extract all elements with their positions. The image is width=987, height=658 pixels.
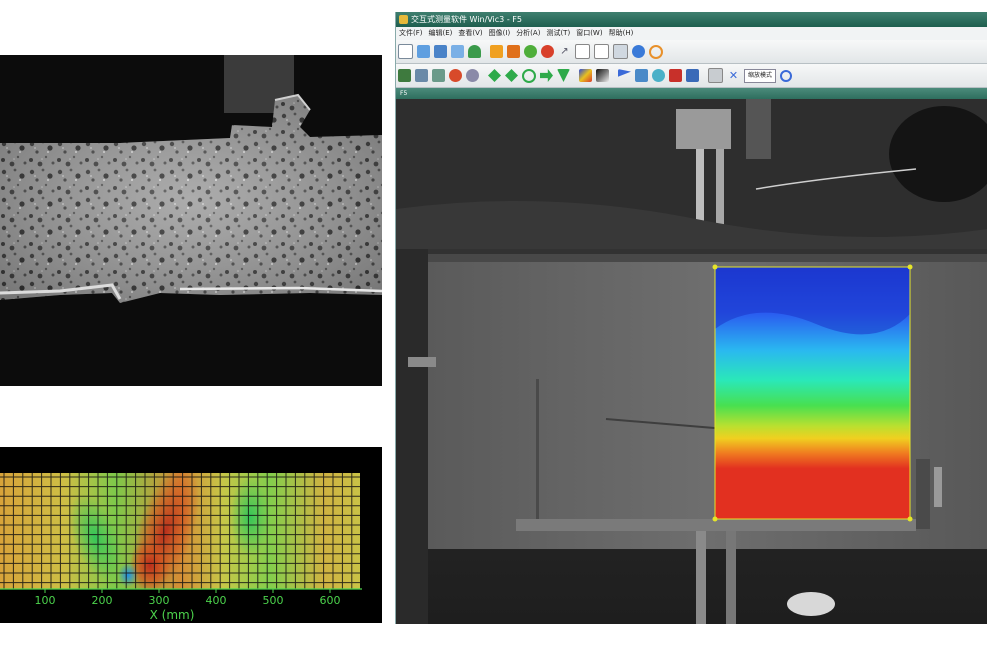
x-tick-label: 400	[206, 594, 227, 607]
search-settings-icon[interactable]	[466, 69, 479, 82]
monitor-icon[interactable]	[686, 69, 699, 82]
down-icon[interactable]	[557, 69, 570, 82]
roi-handle-top-left[interactable]	[712, 264, 718, 270]
x-tick-label: 200	[92, 594, 113, 607]
image-color-icon[interactable]	[579, 69, 592, 82]
menu-bar: 文件(F) 编辑(E) 查看(V) 图像(I) 分析(A) 测试(T) 窗口(W…	[396, 27, 987, 40]
image-window-title-bar[interactable]: F5	[396, 88, 987, 99]
menu-test[interactable]: 测试(T)	[543, 27, 573, 40]
stop-icon[interactable]	[449, 69, 462, 82]
image-stack-icon[interactable]	[507, 45, 520, 58]
image-icon[interactable]	[490, 45, 503, 58]
plant-icon[interactable]	[524, 45, 537, 58]
window-title-bar[interactable]: 交互式测量软件 Win/Vic3 - F5	[396, 12, 987, 27]
arrow-icon[interactable]: ↗	[558, 45, 571, 58]
page-icon[interactable]	[594, 44, 609, 59]
calibrate-2-icon[interactable]	[432, 69, 445, 82]
strain-map-panel: 100 200 300 400 500 600 X (mm)	[0, 447, 382, 623]
roi-handle-bottom-right[interactable]	[907, 516, 913, 522]
analysis-app-window: 交互式测量软件 Win/Vic3 - F5 文件(F) 编辑(E) 查看(V) …	[395, 12, 987, 624]
open-icon[interactable]	[417, 45, 430, 58]
image-bw-icon[interactable]	[596, 69, 609, 82]
main-toolbar: ↗	[396, 40, 987, 64]
camera-icon[interactable]	[398, 69, 411, 82]
flag-icon[interactable]	[618, 69, 631, 77]
calibrate-icon[interactable]	[415, 69, 428, 82]
menu-help[interactable]: 帮助(H)	[606, 27, 637, 40]
step-icon[interactable]	[505, 69, 518, 82]
x-tick-label: 600	[320, 594, 341, 607]
mode-select[interactable]: 缩放模式	[744, 68, 777, 83]
shield-icon[interactable]	[468, 45, 481, 58]
forward-icon[interactable]	[540, 69, 553, 82]
info-icon[interactable]	[632, 45, 645, 58]
x-tick-label: 500	[263, 594, 284, 607]
test-rig-scene	[396, 99, 987, 624]
menu-file[interactable]: 文件(F)	[396, 27, 426, 40]
new-icon[interactable]	[398, 44, 413, 59]
x-tick-label: 100	[35, 594, 56, 607]
chart-icon[interactable]	[669, 69, 682, 82]
menu-edit[interactable]: 编辑(E)	[426, 27, 456, 40]
doc-icon[interactable]	[575, 44, 590, 59]
refresh-icon[interactable]	[649, 44, 663, 59]
tools-icon[interactable]: ✕	[727, 69, 740, 82]
specimen-photo-image	[0, 55, 382, 303]
app-icon	[399, 15, 408, 24]
apple-icon[interactable]	[541, 45, 554, 58]
image-viewport[interactable]	[396, 99, 987, 624]
zoom-icon[interactable]	[780, 69, 793, 82]
layers-icon[interactable]	[635, 69, 648, 82]
image-window-title: F5	[400, 90, 408, 97]
grid-icon[interactable]	[652, 69, 665, 82]
loop-icon[interactable]	[522, 68, 536, 83]
menu-window[interactable]: 窗口(W)	[573, 27, 605, 40]
analysis-toolbar: ✕ 缩放模式	[396, 64, 987, 88]
print-icon[interactable]	[708, 68, 723, 83]
window-title: 交互式测量软件 Win/Vic3 - F5	[411, 15, 522, 24]
x-tick-label: 300	[149, 594, 170, 607]
strain-map-plot: 100 200 300 400 500 600 X (mm)	[0, 473, 362, 622]
menu-analysis[interactable]: 分析(A)	[513, 27, 543, 40]
roi-handle-top-right[interactable]	[907, 264, 913, 270]
export-icon[interactable]	[613, 44, 628, 59]
roi-handle-bottom-left[interactable]	[712, 516, 718, 522]
specimen-photo	[0, 55, 382, 386]
save-icon[interactable]	[434, 45, 447, 58]
run-icon[interactable]	[488, 69, 501, 82]
menu-view[interactable]: 查看(V)	[455, 27, 485, 40]
save-as-icon[interactable]	[451, 45, 464, 58]
x-axis-label: X (mm)	[150, 608, 195, 622]
menu-image[interactable]: 图像(I)	[486, 27, 514, 40]
